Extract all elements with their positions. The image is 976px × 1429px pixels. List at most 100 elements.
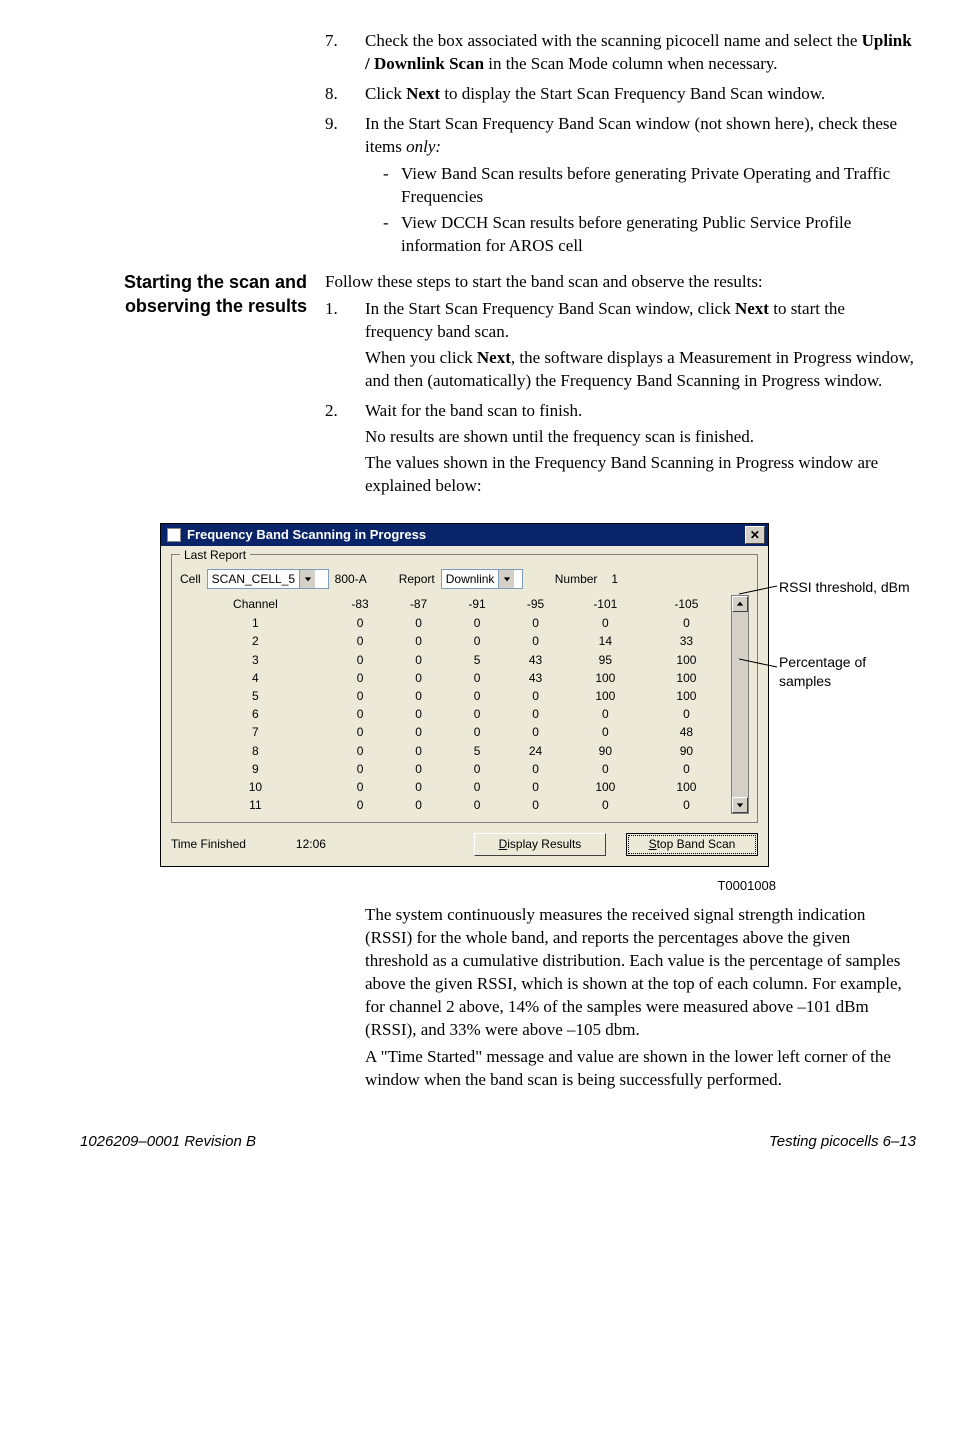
- time-finished-value: 12:06: [296, 836, 326, 852]
- table-header: Channel: [180, 595, 331, 614]
- table-header: -95: [506, 595, 565, 614]
- table-cell: 0: [506, 723, 565, 741]
- report-combo[interactable]: Downlink: [441, 569, 523, 589]
- table-cell: 0: [331, 723, 390, 741]
- table-cell: 0: [565, 723, 646, 741]
- table-cell: 8: [180, 742, 331, 760]
- sub-list-item: -View Band Scan results before generatin…: [383, 163, 916, 209]
- table-cell: 0: [506, 614, 565, 632]
- table-cell: 0: [331, 778, 390, 796]
- step-number: 8.: [325, 83, 365, 109]
- display-results-button[interactable]: Display Results: [474, 833, 606, 855]
- step-text: Wait for the band scan to finish.: [365, 400, 916, 423]
- table-cell: 0: [506, 778, 565, 796]
- table-cell: 48: [646, 723, 727, 741]
- list-item: 7.Check the box associated with the scan…: [325, 30, 916, 79]
- window-title: Frequency Band Scanning in Progress: [187, 526, 426, 544]
- figure-id: T0001008: [80, 877, 776, 895]
- table-row: 50000100100: [180, 687, 727, 705]
- window-icon: Frequency Band Scanning in Progress: [167, 526, 426, 544]
- dialog-window: Frequency Band Scanning in Progress ✕ La…: [160, 523, 769, 867]
- page-footer: 1026209–0001 Revision B Testing picocell…: [80, 1132, 916, 1152]
- table-cell: 0: [565, 760, 646, 778]
- cell-combo[interactable]: SCAN_CELL_5: [207, 569, 329, 589]
- table-cell: 0: [448, 669, 507, 687]
- close-icon[interactable]: ✕: [745, 526, 765, 544]
- table-cell: 0: [331, 742, 390, 760]
- table-row: 6000000: [180, 705, 727, 723]
- section-intro: Follow these steps to start the band sca…: [325, 271, 916, 294]
- list-item: 9.In the Start Scan Frequency Band Scan …: [325, 113, 916, 262]
- table-cell: 0: [331, 614, 390, 632]
- table-cell: 0: [389, 669, 448, 687]
- table-header: -101: [565, 595, 646, 614]
- scroll-down-icon[interactable]: [732, 797, 748, 813]
- table-cell: 0: [331, 669, 390, 687]
- body-paragraph: The system continuously measures the rec…: [365, 904, 916, 1042]
- table-cell: 100: [646, 687, 727, 705]
- table-cell: 0: [506, 796, 565, 814]
- table-cell: 0: [565, 705, 646, 723]
- table-row: 30054395100: [180, 651, 727, 669]
- table-row: 9000000: [180, 760, 727, 778]
- procedure-steps-top: 7.Check the box associated with the scan…: [325, 30, 916, 261]
- table-cell: 100: [646, 651, 727, 669]
- annotation-rssi: RSSI threshold, dBm: [779, 578, 910, 597]
- table-cell: 3: [180, 651, 331, 669]
- table-cell: 100: [646, 669, 727, 687]
- table-cell: 0: [646, 760, 727, 778]
- time-finished-label: Time Finished: [171, 836, 246, 852]
- step-text: Click Next to display the Start Scan Fre…: [365, 83, 916, 106]
- body-paragraph: A "Time Started" message and value are s…: [365, 1046, 916, 1092]
- table-cell: 0: [506, 632, 565, 650]
- table-cell: 0: [448, 614, 507, 632]
- table-cell: 0: [646, 705, 727, 723]
- section-heading: Starting the scan and observing the resu…: [80, 271, 307, 318]
- cell-label: Cell: [180, 571, 201, 587]
- step-number: 1.: [325, 298, 365, 396]
- step-text: When you click Next, the software displa…: [365, 347, 916, 393]
- step-text: In the Start Scan Frequency Band Scan wi…: [365, 113, 916, 159]
- table-cell: 0: [448, 760, 507, 778]
- table-cell: 2: [180, 632, 331, 650]
- footer-left: 1026209–0001 Revision B: [80, 1132, 256, 1152]
- table-cell: 0: [448, 705, 507, 723]
- table-cell: 100: [565, 669, 646, 687]
- table-cell: 0: [448, 778, 507, 796]
- list-item: 1.In the Start Scan Frequency Band Scan …: [325, 298, 916, 396]
- table-cell: 5: [448, 742, 507, 760]
- table-cell: 0: [646, 614, 727, 632]
- table-cell: 100: [646, 778, 727, 796]
- list-item: 8.Click Next to display the Start Scan F…: [325, 83, 916, 109]
- table-cell: 0: [448, 723, 507, 741]
- list-item: 2.Wait for the band scan to finish.No re…: [325, 400, 916, 501]
- table-cell: 0: [448, 687, 507, 705]
- table-cell: 0: [331, 705, 390, 723]
- table-cell: 6: [180, 705, 331, 723]
- table-cell: 0: [646, 796, 727, 814]
- table-header: -83: [331, 595, 390, 614]
- table-row: 200001433: [180, 632, 727, 650]
- table-cell: 0: [389, 742, 448, 760]
- table-row: 70000048: [180, 723, 727, 741]
- table-cell: 14: [565, 632, 646, 650]
- report-label: Report: [399, 571, 435, 587]
- step-text: In the Start Scan Frequency Band Scan wi…: [365, 298, 916, 344]
- table-cell: 1: [180, 614, 331, 632]
- sub-list-item: -View DCCH Scan results before generatin…: [383, 212, 916, 258]
- table-cell: 0: [331, 760, 390, 778]
- band-value: 800-A: [335, 571, 367, 587]
- table-cell: 0: [389, 705, 448, 723]
- annotation-percentage: Percentage of samples: [779, 653, 916, 691]
- step-text: No results are shown until the frequency…: [365, 426, 916, 449]
- table-cell: 33: [646, 632, 727, 650]
- stop-band-scan-button[interactable]: Stop Band Scan: [626, 833, 758, 855]
- table-cell: 0: [389, 632, 448, 650]
- table-cell: 0: [389, 614, 448, 632]
- table-cell: 43: [506, 669, 565, 687]
- table-cell: 0: [331, 632, 390, 650]
- table-row: 400043100100: [180, 669, 727, 687]
- table-cell: 5: [448, 651, 507, 669]
- step-number: 7.: [325, 30, 365, 79]
- scrollbar[interactable]: [731, 595, 749, 814]
